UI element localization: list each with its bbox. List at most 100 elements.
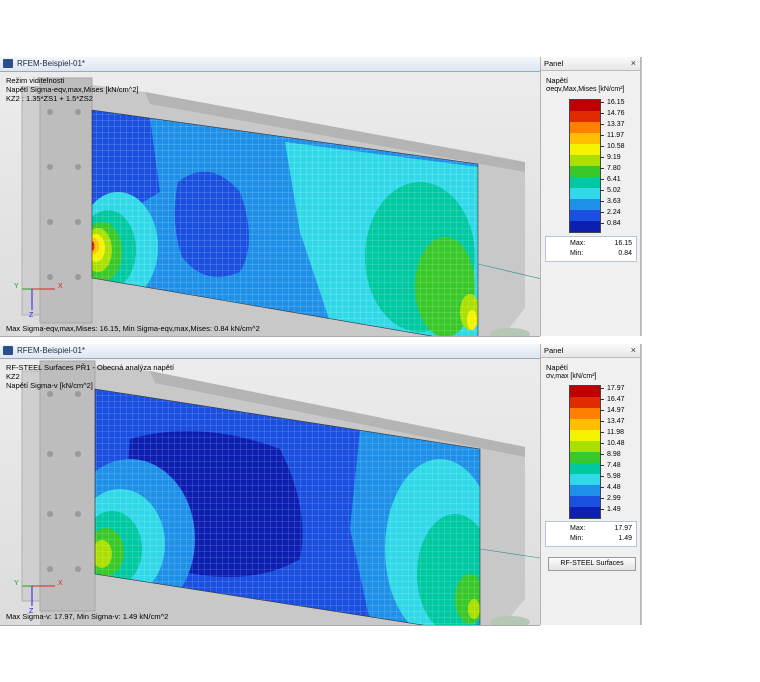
scale-value-label: 1.49 xyxy=(600,506,621,513)
panel-title: Napětí xyxy=(546,76,569,85)
panel-title: Napětí xyxy=(546,363,569,372)
color-scale-1 xyxy=(569,99,601,233)
scale-color-cell xyxy=(570,408,600,419)
window-title-bar[interactable]: RFEM-Beispiel-01* xyxy=(0,344,540,359)
scale-color-cell xyxy=(570,441,600,452)
info-line-combination: KZ2 : 1.35*ZS1 + 1.5*ZS2 xyxy=(6,94,93,103)
info-line-module: RF-STEEL Surfaces PŘ1 - Obecná analýza n… xyxy=(6,363,175,372)
scale-color-cell xyxy=(570,430,600,441)
rfem-app-icon xyxy=(3,59,13,68)
scale-color-cell xyxy=(570,166,600,177)
scale-value-label: 13.37 xyxy=(600,121,625,128)
scale-color-cell xyxy=(570,144,600,155)
scale-color-cell xyxy=(570,485,600,496)
view-info: Režim viditelnosti Napětí Sigma-eqv,max,… xyxy=(6,76,139,103)
rfem-app-icon xyxy=(3,346,13,355)
scale-value-label: 3.63 xyxy=(600,198,621,205)
scale-value-label: 0.84 xyxy=(600,220,621,227)
window-title: RFEM-Beispiel-01* xyxy=(17,346,86,355)
result-summary: Max Sigma-v: 17.97, Min Sigma-v: 1.49 kN… xyxy=(6,612,169,621)
model-window-1: RFEM-Beispiel-01* Režim viditelnosti Nap… xyxy=(0,57,540,337)
scale-color-cell xyxy=(570,122,600,133)
scale-value-label: 2.24 xyxy=(600,209,621,216)
scale-value-label: 17.97 xyxy=(600,385,625,392)
scale-color-cell xyxy=(570,155,600,166)
info-line-stress: Napětí Sigma-eqv,max,Mises [kN/cm^2] xyxy=(6,85,139,94)
axis-x-label: X xyxy=(58,283,63,290)
max-label: Max: xyxy=(570,525,586,532)
right-empty-area-1 xyxy=(641,57,760,336)
model-window-2: RFEM-Beispiel-01* RF-STEEL Surfaces PŘ1 … xyxy=(0,344,540,626)
scale-color-cell xyxy=(570,507,600,518)
color-scale-2 xyxy=(569,385,601,519)
panel-header: Panel × xyxy=(541,57,640,71)
max-value: 17.97 xyxy=(614,525,632,532)
scale-value-label: 16.15 xyxy=(600,99,625,106)
info-line-combination: KZ2 xyxy=(6,372,20,381)
window-title-bar[interactable]: RFEM-Beispiel-01* xyxy=(0,57,540,72)
stress-plot-graphic xyxy=(21,77,540,336)
scale-value-label: 6.41 xyxy=(600,176,621,183)
scale-color-cell xyxy=(570,419,600,430)
scale-color-cell xyxy=(570,199,600,210)
scale-color-cell xyxy=(570,474,600,485)
scale-color-cell xyxy=(570,210,600,221)
3d-viewport[interactable]: RF-STEEL Surfaces PŘ1 - Obecná analýza n… xyxy=(0,359,540,625)
scale-color-cell xyxy=(570,397,600,408)
panel-subtitle: σeqv,Max,Mises [kN/cm²] xyxy=(546,86,625,93)
rf-steel-surfaces-button[interactable]: RF-STEEL Surfaces xyxy=(548,557,636,571)
scale-value-label: 8.98 xyxy=(600,451,621,458)
info-line-mode: Režim viditelnosti xyxy=(6,76,65,85)
scale-value-label: 16.47 xyxy=(600,396,625,403)
scale-value-label: 2.99 xyxy=(600,495,621,502)
min-label: Min: xyxy=(570,250,584,257)
scale-color-cell xyxy=(570,111,600,122)
scale-value-label: 14.97 xyxy=(600,407,625,414)
window-title: RFEM-Beispiel-01* xyxy=(17,59,86,68)
view-info: RF-STEEL Surfaces PŘ1 - Obecná analýza n… xyxy=(6,363,174,390)
min-max-box-1: Max: 16.15 Min: 0.84 xyxy=(545,236,637,262)
scale-value-label: 7.48 xyxy=(600,462,621,469)
min-max-box-2: Max: 17.97 Min: 1.49 xyxy=(545,521,637,547)
stress-plot-graphic xyxy=(21,360,540,625)
scale-color-cell xyxy=(570,221,600,232)
min-value: 1.49 xyxy=(618,535,632,542)
scale-value-label: 11.97 xyxy=(600,132,624,139)
scale-value-label: 5.02 xyxy=(600,187,621,194)
scale-value-label: 7.80 xyxy=(600,165,621,172)
panel-header-label: Panel xyxy=(544,346,564,355)
axis-z-label: Z xyxy=(29,312,34,319)
scale-value-label: 11.98 xyxy=(600,429,624,436)
panel-header: Panel × xyxy=(541,344,640,358)
close-icon[interactable]: × xyxy=(631,345,636,355)
scale-value-label: 9.19 xyxy=(600,154,621,161)
panel-header-label: Panel xyxy=(544,59,564,68)
max-value: 16.15 xyxy=(614,240,632,247)
axis-y-label: Y xyxy=(14,283,19,290)
scale-value-label: 13.47 xyxy=(600,418,625,425)
axis-y-label: Y xyxy=(14,580,19,587)
3d-viewport[interactable]: Režim viditelnosti Napětí Sigma-eqv,max,… xyxy=(0,72,540,336)
scale-color-cell xyxy=(570,463,600,474)
close-icon[interactable]: × xyxy=(631,58,636,68)
scale-value-label: 14.76 xyxy=(600,110,625,117)
result-summary: Max Sigma-eqv,max,Mises: 16.15, Min Sigm… xyxy=(6,324,260,333)
scale-color-cell xyxy=(570,133,600,144)
scale-value-label: 10.58 xyxy=(600,143,625,150)
scale-color-cell xyxy=(570,496,600,507)
scale-value-label: 5.98 xyxy=(600,473,621,480)
min-label: Min: xyxy=(570,535,584,542)
info-line-stress: Napětí Sigma-v [kN/cm^2] xyxy=(6,381,93,390)
scale-color-cell xyxy=(570,100,600,111)
scale-color-cell xyxy=(570,188,600,199)
panel-subtitle: σv,max [kN/cm²] xyxy=(546,373,597,380)
scale-color-cell xyxy=(570,177,600,188)
scale-value-label: 4.48 xyxy=(600,484,621,491)
scale-color-cell xyxy=(570,386,600,397)
axis-x-label: X xyxy=(58,580,63,587)
max-label: Max: xyxy=(570,240,586,247)
right-empty-area-2 xyxy=(641,344,760,625)
scale-color-cell xyxy=(570,452,600,463)
scale-value-label: 10.48 xyxy=(600,440,625,447)
min-value: 0.84 xyxy=(618,250,632,257)
